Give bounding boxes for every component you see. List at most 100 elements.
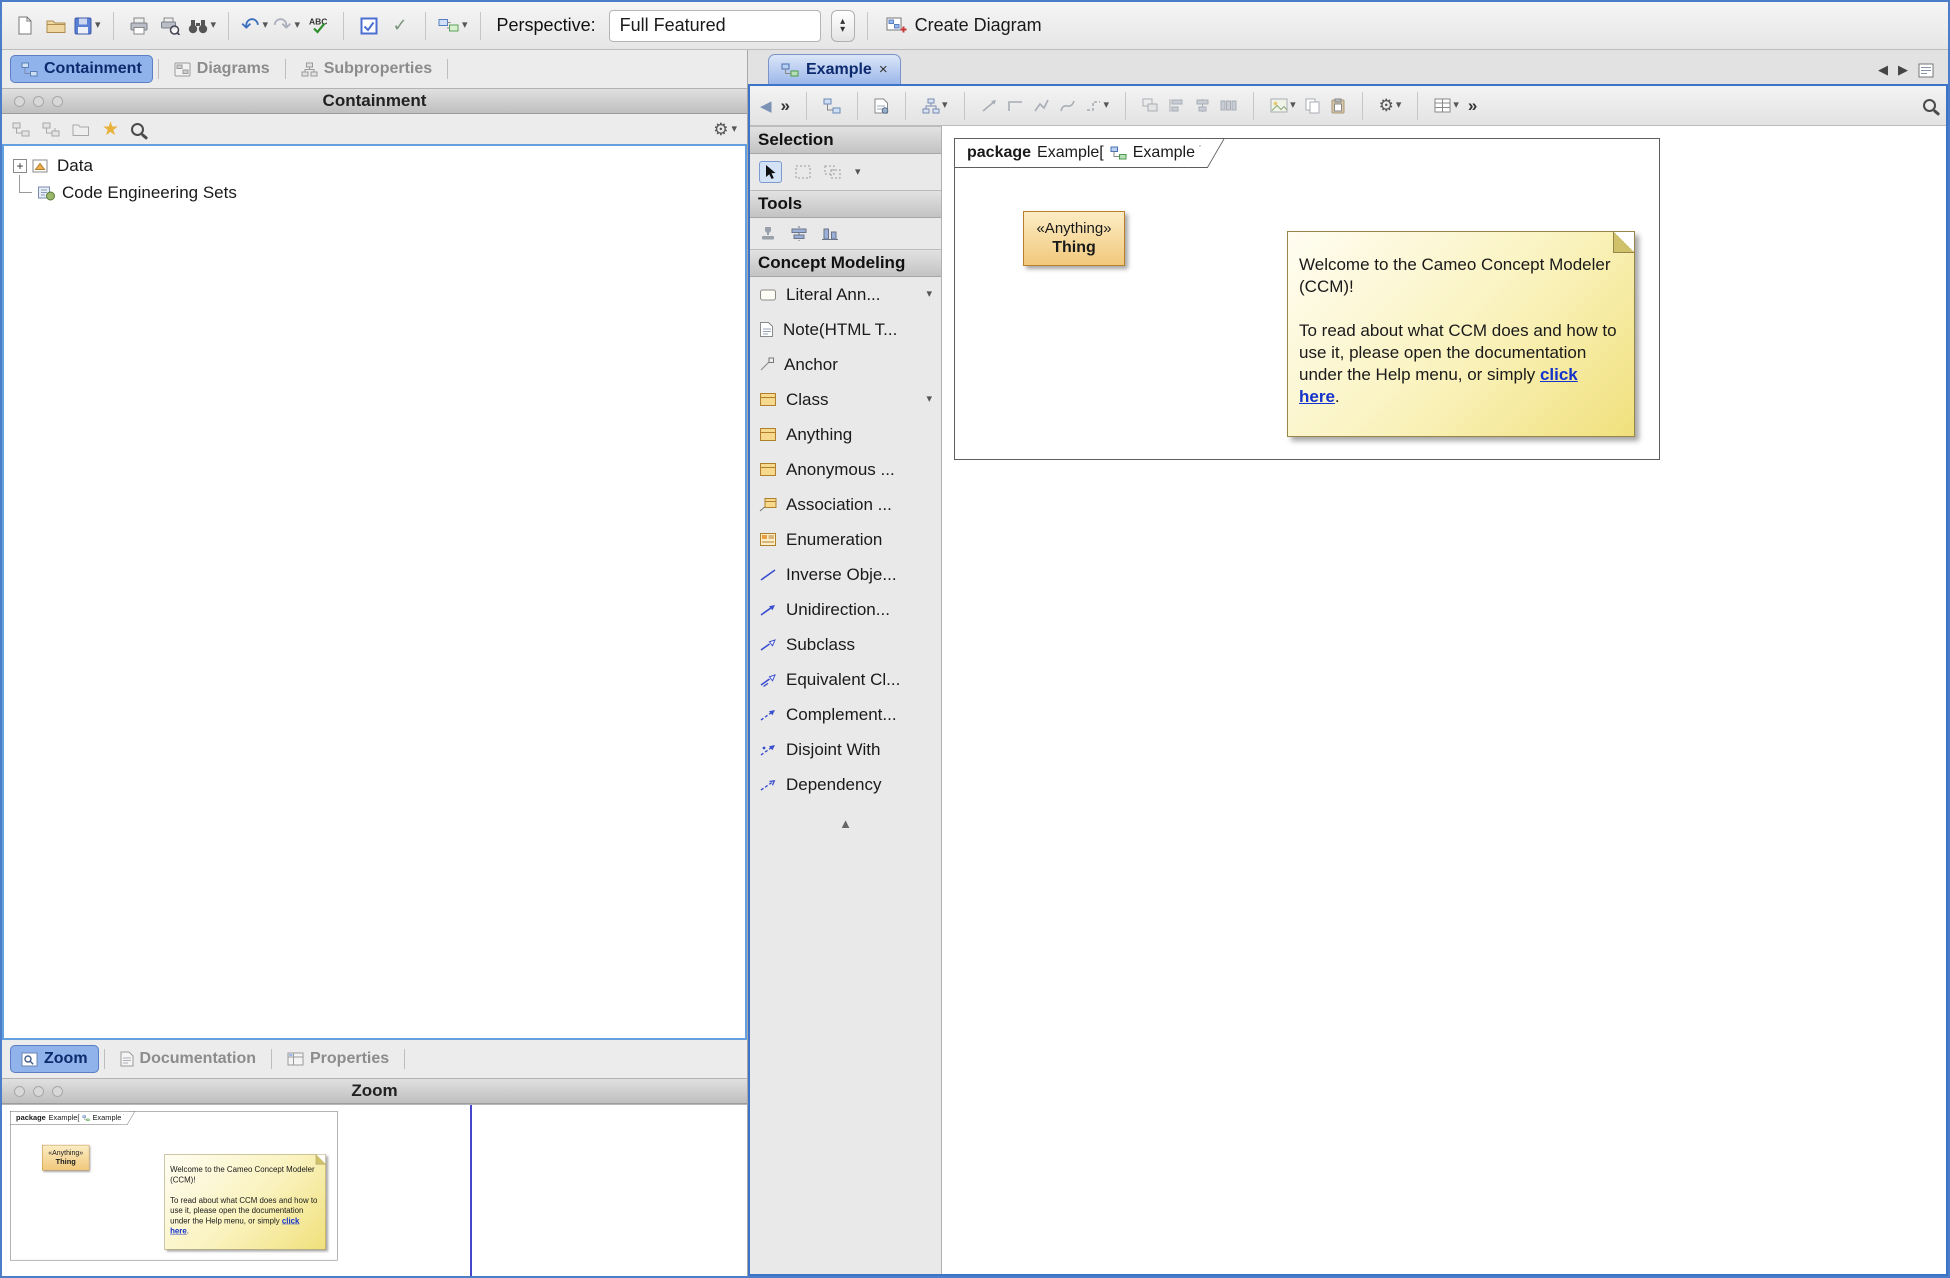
vertical-distribute-icon[interactable] [790,225,808,242]
rectilinear-path-icon[interactable] [1007,98,1024,113]
commit-check-button[interactable]: ✓ [387,10,413,42]
horizontal-align-icon[interactable] [821,225,839,242]
validation-button[interactable] [356,10,382,42]
path-style-icon[interactable]: ▾ [1085,98,1110,113]
tab-zoom[interactable]: Zoom [10,1045,99,1073]
chevron-down-icon[interactable]: ▾ [942,100,948,111]
next-diagram-icon[interactable]: ▶ [1898,62,1908,78]
palette-item-association-class[interactable]: Association ... [750,487,941,522]
align-left-icon[interactable] [1168,98,1185,113]
print-button[interactable] [126,10,152,42]
specification-icon[interactable] [874,98,889,114]
close-dot-icon[interactable] [14,96,25,107]
containment-panel-header[interactable]: Containment [2,88,747,114]
oblique-path-icon[interactable] [1033,98,1050,113]
tab-example-diagram[interactable]: Example × [768,54,901,84]
paste-icon[interactable] [1330,98,1346,114]
palette-section-tools[interactable]: Tools [750,190,941,218]
marquee-select-icon[interactable] [795,165,811,179]
collapse-all-icon[interactable] [12,122,30,137]
chevron-down-icon[interactable]: ▾ [1104,100,1110,111]
chevron-down-icon[interactable]: ▾ [462,20,468,31]
stamp-tool-icon[interactable] [759,225,777,242]
open-in-new-tree-icon[interactable] [72,122,90,137]
minimize-dot-icon[interactable] [33,1086,44,1097]
tab-subproperties[interactable]: Subproperties [291,55,442,83]
perspective-stepper[interactable]: ▴▾ [831,10,855,42]
chevron-down-icon[interactable]: ▾ [855,167,861,178]
open-project-button[interactable] [43,10,69,42]
palette-item-complement-of[interactable]: Complement... [750,697,941,732]
chevron-down-icon[interactable]: ▾ [95,20,101,31]
palette-item-anchor[interactable]: Anchor [750,347,941,382]
palette-item-anything[interactable]: Anything [750,417,941,452]
align-center-icon[interactable] [1194,98,1211,113]
create-diagram-button[interactable]: Create Diagram [886,15,1042,36]
palette-item-class[interactable]: Class▾ [750,382,941,417]
diagram-search-icon[interactable] [1923,99,1936,112]
undo-button[interactable]: ↶▾ [241,10,268,42]
zoom-panel-header[interactable]: Zoom [2,1078,747,1104]
close-icon[interactable]: × [879,61,888,78]
package-frame[interactable]: package Example[ Example ] «Anything» Th… [954,138,1660,460]
chevron-down-icon[interactable]: ▾ [294,20,300,31]
containment-tree[interactable]: + Data Code Engineering Sets [2,144,747,1040]
chevron-down-icon[interactable]: ▾ [1396,100,1402,111]
zoom-viewport-indicator[interactable] [470,1105,472,1276]
layout-hierarchy-icon[interactable]: ▾ [922,98,948,114]
multi-select-icon[interactable] [824,165,842,179]
tree-row-code-engineering-sets[interactable]: Code Engineering Sets [4,179,745,206]
open-diagram-list-icon[interactable] [1918,63,1934,78]
float-dot-icon[interactable] [52,96,63,107]
float-dot-icon[interactable] [52,1086,63,1097]
palette-item-equivalent-class[interactable]: Equivalent Cl... [750,662,941,697]
make-same-size-icon[interactable] [1142,98,1159,113]
expand-all-icon[interactable] [42,122,60,137]
chevron-down-icon[interactable]: ▾ [731,124,737,135]
palette-item-anonymous-class[interactable]: Anonymous ... [750,452,941,487]
find-button[interactable]: ▾ [188,10,217,42]
palette-item-inverse-object-property[interactable]: Inverse Obje... [750,557,941,592]
tab-properties[interactable]: Properties [277,1045,399,1073]
tab-documentation[interactable]: Documentation [110,1045,266,1073]
tab-diagrams[interactable]: Diagrams [164,55,280,83]
minimize-dot-icon[interactable] [33,96,44,107]
anything-thing-shape[interactable]: «Anything» Thing [1023,211,1125,266]
zoom-preview[interactable]: package Example[ Example ] «Anything» Th… [2,1104,747,1276]
tree-row-data[interactable]: + Data [4,152,745,179]
palette-item-literal-annotation[interactable]: Literal Ann...▾ [750,277,941,312]
previous-diagram-icon[interactable]: ◀ [1878,62,1888,78]
diagram-canvas[interactable]: package Example[ Example ] «Anything» Th… [942,126,1946,1274]
gear-icon[interactable]: ⚙▾ [1379,97,1402,114]
chevron-down-icon[interactable]: ▾ [263,20,269,31]
palette-section-concept-modeling[interactable]: Concept Modeling [750,249,941,277]
close-dot-icon[interactable] [14,1086,25,1097]
palette-item-disjoint-with[interactable]: Disjoint With [750,732,941,767]
toolbar-overflow-icon[interactable]: » [1468,96,1477,116]
favorites-star-icon[interactable]: ★ [102,120,119,139]
select-cursor-icon[interactable] [759,161,782,183]
tab-containment[interactable]: Containment [10,55,153,83]
quick-search-icon[interactable] [131,123,144,136]
toolbar-overflow-icon[interactable]: » [781,96,790,116]
image-shape-icon[interactable]: ▾ [1270,98,1296,113]
palette-section-selection[interactable]: Selection [750,126,941,154]
expander-icon[interactable]: + [13,159,27,173]
chevron-down-icon[interactable]: ▾ [926,394,932,405]
palette-item-dependency[interactable]: Dependency [750,767,941,802]
distribute-icon[interactable] [1220,98,1237,113]
chevron-down-icon[interactable]: ▾ [211,20,217,31]
palette-item-note-html[interactable]: Note(HTML T... [750,312,941,347]
chevron-down-icon[interactable]: ▾ [1290,100,1296,111]
report-grid-icon[interactable]: ▾ [1434,98,1459,113]
perspective-select[interactable]: Full Featured [609,10,821,42]
chevron-down-icon[interactable]: ▾ [926,289,932,300]
redo-button[interactable]: ↷▾ [273,10,300,42]
palette-scroll-up-icon[interactable]: ▲ [750,802,941,845]
gear-icon[interactable]: ⚙ [713,121,728,138]
welcome-note[interactable]: Welcome to the Cameo Concept Modeler (CC… [1287,231,1635,437]
palette-item-enumeration[interactable]: Enumeration [750,522,941,557]
copy-icon[interactable] [1305,98,1321,114]
save-project-button[interactable]: ▾ [74,10,101,42]
print-preview-button[interactable] [157,10,183,42]
